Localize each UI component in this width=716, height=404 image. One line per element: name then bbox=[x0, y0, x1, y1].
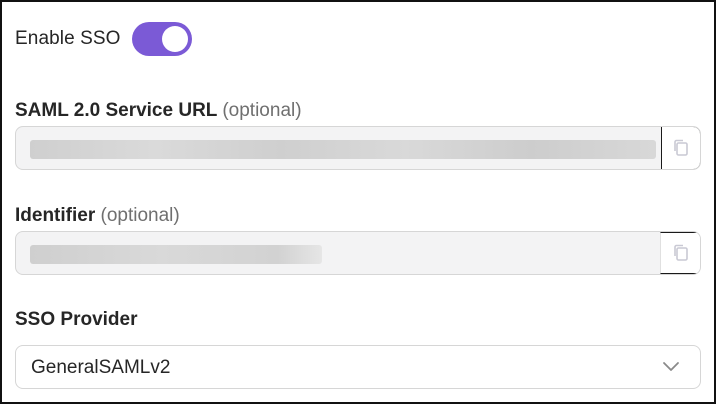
identifier-value bbox=[30, 245, 322, 264]
enable-sso-toggle[interactable] bbox=[131, 22, 192, 56]
sso-provider-select[interactable]: GeneralSAMLv2 bbox=[15, 345, 701, 389]
enable-sso-label: Enable SSO bbox=[15, 28, 121, 49]
chevron-down-icon bbox=[663, 362, 679, 371]
copy-icon bbox=[673, 244, 688, 261]
toggle-knob bbox=[161, 26, 188, 52]
enable-sso-row: Enable SSO bbox=[15, 22, 192, 56]
optional-hint: (optional) bbox=[100, 205, 180, 226]
sso-settings-panel: Enable SSO SAML 2.0 Service URL (optiona… bbox=[0, 0, 716, 404]
saml-service-url-value bbox=[30, 140, 656, 159]
sso-provider-selected-value: GeneralSAMLv2 bbox=[31, 357, 171, 378]
saml-service-url-label: SAML 2.0 Service URL (optional) bbox=[15, 100, 302, 122]
saml-service-url-field[interactable] bbox=[15, 126, 701, 170]
copy-identifier-button[interactable] bbox=[660, 232, 700, 274]
sso-provider-label: SSO Provider bbox=[15, 309, 138, 330]
identifier-field[interactable] bbox=[15, 231, 701, 275]
saml-service-url-label-text: SAML 2.0 Service URL bbox=[15, 100, 218, 121]
identifier-label: Identifier (optional) bbox=[15, 205, 180, 227]
copy-saml-url-button[interactable] bbox=[661, 127, 700, 169]
identifier-label-text: Identifier bbox=[15, 205, 96, 226]
optional-hint: (optional) bbox=[222, 100, 302, 121]
copy-icon bbox=[674, 139, 688, 156]
